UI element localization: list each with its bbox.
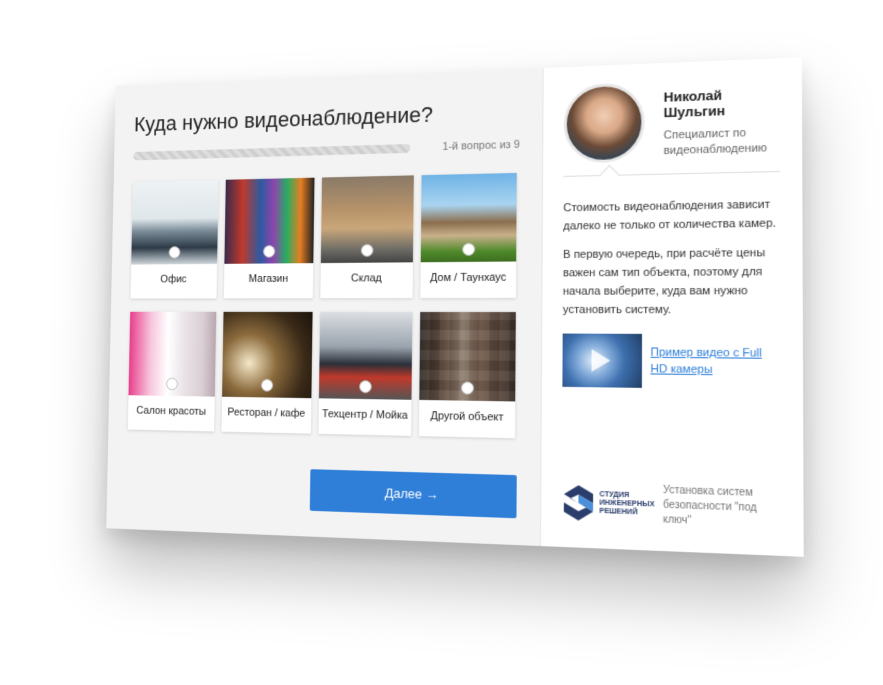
option-label: Ресторан / кафе [227,406,306,420]
radio-house[interactable] [462,242,476,256]
video-link[interactable]: Пример видео с Full HD камеры [650,344,780,379]
option-label: Техцентр / Мойка [322,408,408,422]
company-logo: СТУДИЯ ИНЖЕНЕРНЫХ РЕШЕНИЙ [562,484,663,525]
divider [563,164,781,184]
quiz-panel: Куда нужно видеонаблюдение? 1-й вопрос и… [106,68,543,547]
progress-row: 1-й вопрос из 9 [133,139,520,162]
car-service-photo [318,311,413,400]
option-shop[interactable]: Магазин [223,177,315,299]
speech-notch [599,164,619,184]
option-label: Салон красоты [136,404,207,418]
option-office[interactable]: Офис [130,179,219,299]
option-house[interactable]: Дом / Таунхаус [420,172,517,299]
option-label: Офис [160,273,187,286]
radio-other[interactable] [460,381,475,395]
option-warehouse[interactable]: Склад [320,175,414,299]
expert-name: Николай Шульгин [663,87,726,121]
house-photo [420,172,517,263]
warehouse-photo [320,175,414,264]
shop-photo [224,177,315,264]
restaurant-photo [222,311,313,399]
other-object-photo [419,311,516,402]
option-salon[interactable]: Салон красоты [127,311,217,432]
logo-text: СТУДИЯ ИНЖЕНЕРНЫХ РЕШЕНИЙ [599,491,655,517]
radio-restaurant[interactable] [260,378,274,392]
expert-role: Специалист по видеонаблюдению [663,126,768,158]
office-photo [131,179,219,265]
radio-salon[interactable] [166,377,178,391]
option-restaurant[interactable]: Ресторан / кафе [221,311,313,434]
play-icon [591,349,611,372]
footer: СТУДИЯ ИНЖЕНЕРНЫХ РЕШЕНИЙ Установка сист… [562,481,786,533]
option-label: Склад [350,272,382,285]
question-title: Куда нужно видеонаблюдение? [133,101,434,137]
option-label: Другой объект [430,410,504,424]
scene: Куда нужно видеонаблюдение? 1-й вопрос и… [0,0,883,685]
radio-shop[interactable] [263,245,276,258]
video-example[interactable]: Пример видео с Full HD камеры [562,333,780,390]
avatar [563,82,645,164]
logo-icon [563,484,594,522]
expert-info: Николай Шульгин Специалист по видеонаблю… [664,77,781,159]
option-label: Дом / Таунхаус [430,271,507,285]
video-thumbnail[interactable] [562,333,643,388]
options-grid: Офис Магазин Склад Дом / Таунхаус Салон … [127,172,520,439]
option-car-service[interactable]: Техцентр / Мойка [318,311,413,436]
option-other[interactable]: Другой объект [418,311,516,439]
step-counter: 1-й вопрос из 9 [442,138,521,153]
expert-message: Стоимость видеонаблюдения зависит далеко… [563,195,781,320]
message-paragraph-2: В первую очередь, при расчёте цены важен… [562,246,766,317]
message-paragraph-1: Стоимость видеонаблюдения зависит далеко… [563,198,777,233]
salon-photo [128,311,217,397]
radio-warehouse[interactable] [360,243,374,257]
expert-header: Николай Шульгин Специалист по видеонаблю… [563,77,781,164]
progress-bar [133,143,411,160]
option-label: Магазин [248,273,289,285]
quiz-card: Куда нужно видеонаблюдение? 1-й вопрос и… [106,57,804,557]
radio-office[interactable] [168,246,181,259]
expert-panel: Николай Шульгин Специалист по видеонаблю… [539,57,804,557]
radio-car-service[interactable] [359,380,372,394]
next-button[interactable]: Далее → [309,469,517,519]
footer-note: Установка систем безопасности "под ключ" [662,484,757,527]
